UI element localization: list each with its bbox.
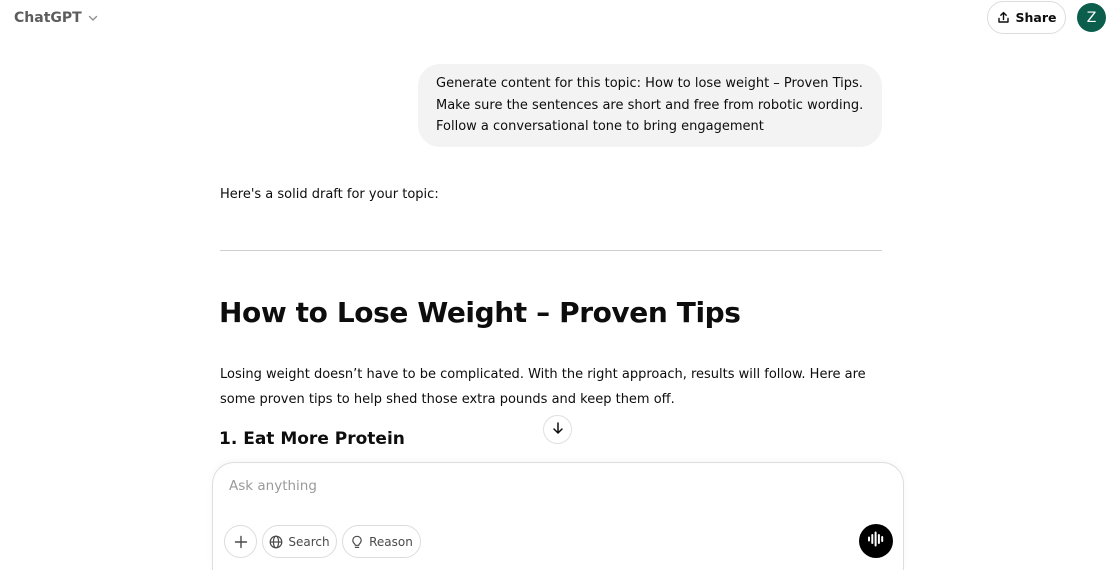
plus-icon xyxy=(234,535,248,549)
model-switcher[interactable]: ChatGPT xyxy=(6,5,106,31)
response-paragraph: Losing weight doesn’t have to be complic… xyxy=(220,362,882,412)
voice-mode-button[interactable] xyxy=(859,524,893,558)
user-message-line: Make sure the sentences are short and fr… xyxy=(436,97,864,113)
share-button[interactable]: Share xyxy=(987,1,1066,34)
share-label: Share xyxy=(1015,10,1057,25)
attach-button[interactable] xyxy=(224,525,257,558)
voice-waveform-icon xyxy=(867,531,885,551)
upload-icon xyxy=(997,11,1010,24)
user-message-bubble: Generate content for this topic: How to … xyxy=(418,64,882,147)
reason-label: Reason xyxy=(369,534,413,549)
prompt-input[interactable] xyxy=(229,475,829,497)
paragraph-line: some proven tips to help shed those extr… xyxy=(220,392,675,407)
globe-icon xyxy=(269,535,283,549)
reason-button[interactable]: Reason xyxy=(342,525,421,558)
model-name: ChatGPT xyxy=(14,10,82,26)
user-message-line: Follow a conversational tone to bring en… xyxy=(436,119,764,134)
paragraph-line: Losing weight doesn’t have to be complic… xyxy=(220,367,866,382)
divider xyxy=(220,250,882,251)
composer: Search Reason xyxy=(212,462,904,570)
avatar[interactable]: Z xyxy=(1077,3,1106,32)
response-subheading: 1. Eat More Protein xyxy=(219,429,405,449)
search-button[interactable]: Search xyxy=(262,525,337,558)
assistant-intro: Here's a solid draft for your topic: xyxy=(220,187,439,202)
search-label: Search xyxy=(288,534,330,549)
chevron-down-icon xyxy=(88,13,98,23)
scroll-to-bottom-button[interactable] xyxy=(543,415,572,444)
lightbulb-icon xyxy=(350,535,364,549)
user-message-line: Generate content for this topic: How to … xyxy=(436,76,863,91)
arrow-down-icon xyxy=(551,420,565,439)
response-heading: How to Lose Weight – Proven Tips xyxy=(219,296,741,329)
